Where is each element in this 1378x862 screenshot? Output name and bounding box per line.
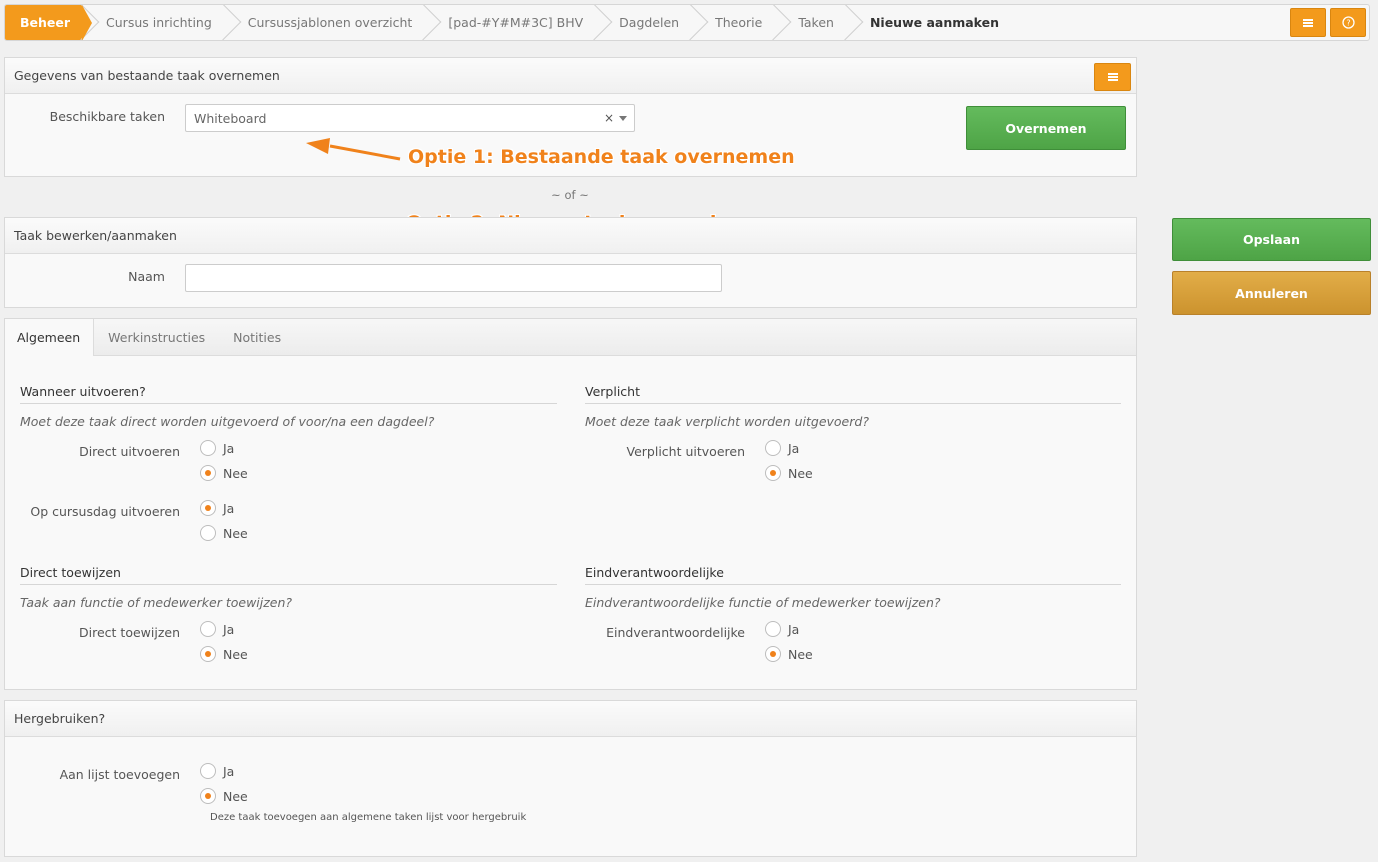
responsible-section-title: Eindverantwoordelijke [585,565,1121,585]
radio-label: Ja [223,500,235,516]
direct-execute-yes[interactable]: Ja [200,440,234,456]
required-execute-label: Verplicht uitvoeren [626,444,745,459]
edit-task-panel-title: Taak bewerken/aanmaken [14,228,177,243]
courseday-execute-no[interactable]: Nee [200,525,248,541]
sliders-icon [1303,18,1313,27]
radio-button[interactable] [200,465,216,481]
assign-no[interactable]: Nee [200,646,248,662]
assign-label: Direct toewijzen [79,625,180,640]
radio-button[interactable] [765,621,781,637]
courseday-execute-yes[interactable]: Ja [200,500,234,516]
radio-label: Nee [788,465,813,481]
edit-task-panel: Taak bewerken/aanmaken Naam [4,217,1137,308]
responsible-description: Eindverantwoordelijke functie of medewer… [585,595,941,610]
clear-icon[interactable]: × [604,111,614,125]
radio-button[interactable] [200,621,216,637]
radio-label: Ja [788,621,800,637]
required-description: Moet deze taak verplicht worden uitgevoe… [585,414,869,429]
reuse-panel: Hergebruiken? Aan lijst toevoegen Ja Nee… [4,700,1137,857]
question-icon: ? [1341,16,1355,29]
radio-label: Ja [788,440,800,456]
radio-button[interactable] [200,646,216,662]
name-input[interactable] [185,264,722,292]
add-to-list-label: Aan lijst toevoegen [59,767,180,782]
when-description: Moet deze taak direct worden uitgevoerd … [20,414,435,429]
tab-notities[interactable]: Notities [219,319,295,355]
radio-label: Nee [223,788,248,804]
adopt-button[interactable]: Overnemen [966,106,1126,150]
reuse-panel-title: Hergebruiken? [14,711,106,726]
sliders-icon [1107,73,1118,81]
help-button[interactable]: ? [1330,8,1366,37]
breadcrumb-item-cursussjablonen[interactable]: Cursussjablonen overzicht [224,5,425,40]
save-button[interactable]: Opslaan [1172,218,1371,261]
tab-algemeen[interactable]: Algemeen [5,319,95,356]
responsible-label: Eindverantwoordelijke [606,625,745,640]
direct-execute-no[interactable]: Nee [200,465,248,481]
svg-text:?: ? [1346,19,1350,28]
task-details-panel: Algemeen Werkinstructies Notities Wannee… [4,318,1137,690]
edit-task-panel-header: Taak bewerken/aanmaken [5,218,1136,254]
breadcrumb-item-cursus-inrichting[interactable]: Cursus inrichting [82,5,224,40]
direct-execute-label: Direct uitvoeren [79,444,180,459]
copy-task-panel-title: Gegevens van bestaande taak overnemen [14,68,280,83]
assign-yes[interactable]: Ja [200,621,234,637]
available-tasks-select[interactable]: Whiteboard × [185,104,635,132]
name-label: Naam [128,269,165,284]
breadcrumb-item-current: Nieuwe aanmaken [846,5,1011,40]
required-section-title: Verplicht [585,384,1121,404]
radio-button[interactable] [200,440,216,456]
assign-section-title: Direct toewijzen [20,565,557,585]
arrow-option1-icon [306,138,401,161]
available-tasks-value: Whiteboard [194,110,267,126]
courseday-execute-label: Op cursusdag uitvoeren [30,504,180,519]
copy-task-panel-header: Gegevens van bestaande taak overnemen [5,58,1136,94]
radio-label: Nee [223,646,248,662]
chevron-down-icon[interactable] [619,116,627,121]
cancel-button[interactable]: Annuleren [1172,271,1371,315]
radio-button[interactable] [765,440,781,456]
radio-button[interactable] [765,646,781,662]
radio-button[interactable] [200,525,216,541]
breadcrumb: Beheer Cursus inrichting Cursussjablonen… [4,4,1370,41]
responsible-yes[interactable]: Ja [765,621,799,637]
radio-label: Nee [788,646,813,662]
annotation-option1: Optie 1: Bestaande taak overnemen [408,146,795,168]
available-tasks-label: Beschikbare taken [49,109,165,124]
when-section-title: Wanneer uitvoeren? [20,384,557,404]
radio-label: Ja [223,621,235,637]
breadcrumb-item-template[interactable]: [pad-#Y#M#3C] BHV [424,5,595,40]
radio-label: Nee [223,525,248,541]
assign-description: Taak aan functie of medewerker toewijzen… [20,595,293,610]
add-to-list-no[interactable]: Nee [200,788,248,804]
radio-button[interactable] [200,788,216,804]
radio-button[interactable] [200,500,216,516]
add-to-list-yes[interactable]: Ja [200,763,234,779]
settings-button[interactable] [1290,8,1326,37]
reuse-panel-header: Hergebruiken? [5,701,1136,737]
radio-label: Ja [223,763,235,779]
radio-button[interactable] [765,465,781,481]
radio-button[interactable] [200,763,216,779]
or-separator: ~ of ~ [551,188,589,202]
required-execute-yes[interactable]: Ja [765,440,799,456]
panel-options-button[interactable] [1094,63,1131,91]
reuse-help-text: Deze taak toevoegen aan algemene taken l… [210,812,527,823]
radio-label: Nee [223,465,248,481]
responsible-no[interactable]: Nee [765,646,813,662]
required-execute-no[interactable]: Nee [765,465,813,481]
tab-bar: Algemeen Werkinstructies Notities [5,319,1136,356]
radio-label: Ja [223,440,235,456]
tab-werkinstructies[interactable]: Werkinstructies [94,319,219,355]
